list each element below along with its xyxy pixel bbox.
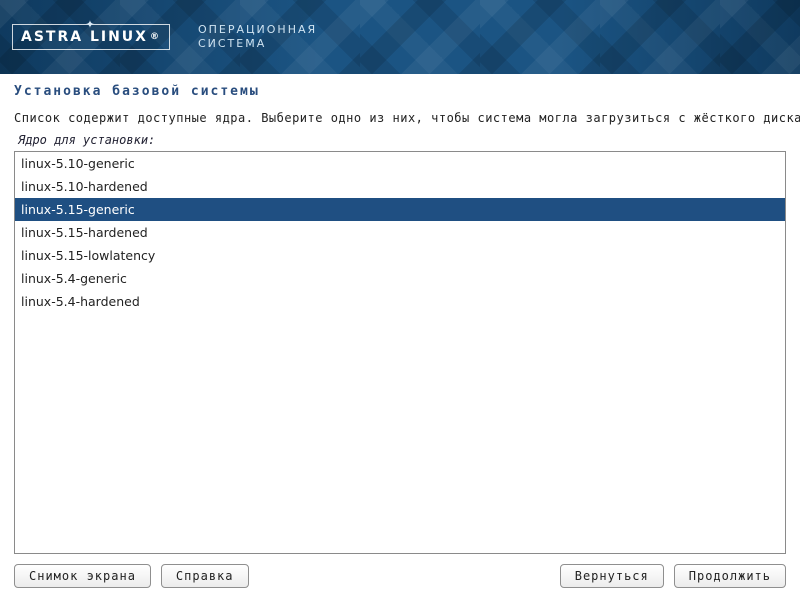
help-button[interactable]: Справка <box>161 564 249 588</box>
back-button[interactable]: Вернуться <box>560 564 664 588</box>
astra-linux-logo: ✦ ASTRA LINUX® <box>12 24 170 50</box>
kernel-option[interactable]: linux-5.10-generic <box>15 152 785 175</box>
subtitle-line2: СИСТЕМА <box>198 37 317 51</box>
continue-button[interactable]: Продолжить <box>674 564 786 588</box>
page-description: Список содержит доступные ядра. Выберите… <box>14 111 786 125</box>
kernel-list-label: Ядро для установки: <box>18 133 786 147</box>
subtitle-line1: ОПЕРАЦИОННАЯ <box>198 23 317 37</box>
banner-subtitle: ОПЕРАЦИОННАЯ СИСТЕМА <box>198 23 317 51</box>
kernel-option[interactable]: linux-5.4-generic <box>15 267 785 290</box>
kernel-option[interactable]: linux-5.10-hardened <box>15 175 785 198</box>
kernel-listbox[interactable]: linux-5.10-genericlinux-5.10-hardenedlin… <box>14 151 786 554</box>
kernel-option[interactable]: linux-5.4-hardened <box>15 290 785 313</box>
logo-text: ASTRA LINUX <box>21 29 148 45</box>
header-banner: ✦ ASTRA LINUX® ОПЕРАЦИОННАЯ СИСТЕМА <box>0 0 800 74</box>
screenshot-button[interactable]: Снимок экрана <box>14 564 151 588</box>
main-content: Установка базовой системы Список содержи… <box>0 74 800 554</box>
star-icon: ✦ <box>85 18 96 31</box>
footer-bar: Снимок экрана Справка Вернуться Продолжи… <box>0 554 800 600</box>
kernel-option[interactable]: linux-5.15-hardened <box>15 221 785 244</box>
kernel-option[interactable]: linux-5.15-generic <box>15 198 785 221</box>
page-title: Установка базовой системы <box>14 84 786 99</box>
footer-spacer <box>259 564 550 588</box>
registered-icon: ® <box>150 32 161 42</box>
kernel-option[interactable]: linux-5.15-lowlatency <box>15 244 785 267</box>
